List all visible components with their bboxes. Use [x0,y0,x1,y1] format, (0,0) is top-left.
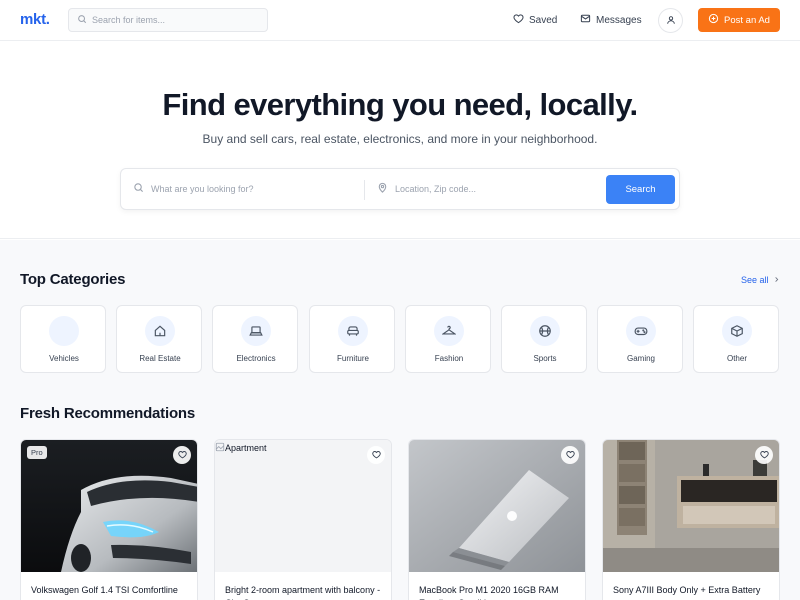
heart-icon [177,446,187,464]
listing-card-volkswagen[interactable]: Pro Volkswagen Golf 1.4 TSI Comfortline [20,439,198,600]
user-account-button[interactable] [658,8,683,33]
hanger-icon [434,316,464,346]
category-label: Furniture [336,354,369,363]
category-label: Other [726,354,747,363]
heart-icon [759,446,769,464]
heart-icon [371,446,381,464]
what-search-field[interactable] [133,169,351,209]
location-input[interactable] [395,184,595,194]
listing-title[interactable]: Sony A7III Body Only + Extra Battery [613,584,773,597]
search-divider [364,180,365,200]
messages-link[interactable]: Messages [580,13,642,27]
top-header: mkt. Saved Messages Post an Ad [0,0,800,41]
category-card-furniture[interactable]: Furniture [309,305,395,373]
car-photo [21,440,197,572]
product-photo [603,440,779,572]
gamepad-icon [626,316,656,346]
category-card-electronics[interactable]: Electronics [212,305,298,373]
pro-badge: Pro [27,446,47,459]
category-card-fashion[interactable]: Fashion [405,305,491,373]
user-icon [666,12,676,30]
favorite-button[interactable] [367,446,385,464]
favorite-button[interactable] [561,446,579,464]
post-ad-label: Post an Ad [724,14,770,26]
hero-search-bar: Search [120,168,680,210]
recommendations-title: Fresh Recommendations [20,405,196,422]
plus-circle-icon [708,13,724,27]
saved-label: Saved [529,14,558,26]
category-label: Vehicles [49,354,79,363]
mail-icon [580,13,596,27]
location-field[interactable] [377,169,595,209]
sofa-icon [338,316,368,346]
basketball-icon [530,316,560,346]
box-icon [722,316,752,346]
listing-card-apartment[interactable]: Apartment Bright 2-room apartment with b… [214,439,392,600]
search-button[interactable]: Search [606,175,675,204]
header-search-field[interactable] [68,8,268,32]
header-search-input[interactable] [92,15,252,25]
logo[interactable]: mkt. [20,11,50,28]
search-icon [133,180,144,198]
saved-link[interactable]: Saved [513,13,557,27]
category-label: Real Estate [139,354,181,363]
broken-image: Apartment [215,442,267,454]
hero-subtitle: Buy and sell cars, real estate, electron… [202,132,598,146]
search-icon [77,11,87,29]
chevron-right-icon [769,275,780,285]
location-pin-icon [377,180,388,198]
category-label: Electronics [236,354,276,363]
what-search-input[interactable] [151,184,351,194]
categories-title: Top Categories [20,271,126,288]
car-icon [49,316,79,346]
category-card-gaming[interactable]: Gaming [597,305,683,373]
heart-icon [513,13,529,27]
apartment-photo: Apartment [215,440,391,572]
image-alt-text: Apartment [225,443,267,453]
listing-card-sony-camera[interactable]: Sony A7III Body Only + Extra Battery [602,439,780,600]
home-icon [145,316,175,346]
laptop-photo [409,440,585,572]
hero-title: Find everything you need, locally. [162,87,638,122]
category-card-sports[interactable]: Sports [501,305,587,373]
listing-card-macbook[interactable]: MacBook Pro M1 2020 16GB RAM Excellent C… [408,439,586,600]
hero-section: Find everything you need, locally. Buy a… [0,41,800,239]
listing-title[interactable]: Bright 2-room apartment with balcony - C… [225,584,385,600]
heart-icon [565,446,575,464]
category-card-other[interactable]: Other [693,305,779,373]
favorite-button[interactable] [755,446,773,464]
broken-image-icon [215,442,225,454]
laptop-icon [241,316,271,346]
messages-label: Messages [596,14,642,26]
post-ad-button[interactable]: Post an Ad [698,8,780,32]
see-all-link[interactable]: See all [741,275,780,285]
category-label: Sports [533,354,557,363]
category-card-vehicles[interactable]: Vehicles [20,305,106,373]
listing-title[interactable]: MacBook Pro M1 2020 16GB RAM Excellent C… [419,584,579,600]
category-label: Gaming [626,354,655,363]
see-all-label: See all [741,275,769,285]
category-card-real-estate[interactable]: Real Estate [116,305,202,373]
listing-title[interactable]: Volkswagen Golf 1.4 TSI Comfortline [31,584,191,597]
category-label: Fashion [434,354,464,363]
main-content: Top Categories See all Vehicles Real Est… [0,240,800,600]
favorite-button[interactable] [173,446,191,464]
